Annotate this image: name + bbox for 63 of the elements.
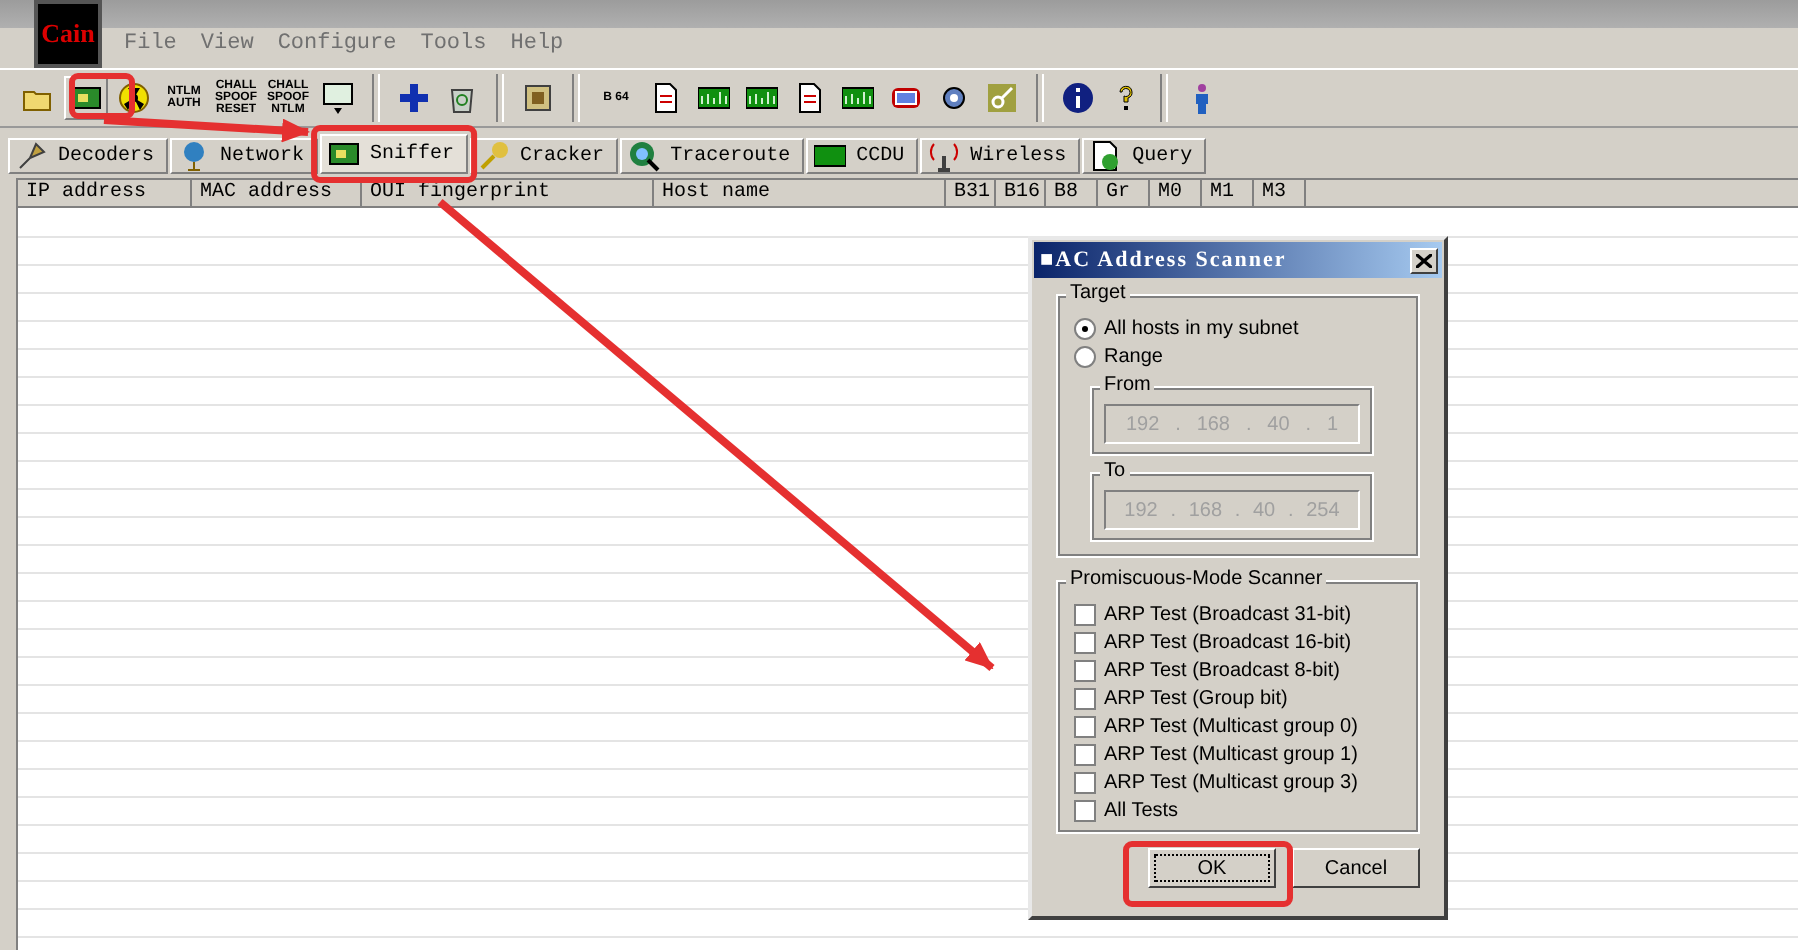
cancel-button[interactable]: Cancel	[1292, 848, 1420, 888]
column-header[interactable]: M1	[1202, 180, 1254, 208]
column-header[interactable]: Host name	[654, 180, 946, 208]
checkbox-option[interactable]: ARP Test (Multicast group 0)	[1074, 712, 1402, 740]
column-header[interactable]: IP address	[18, 180, 192, 208]
ok-button[interactable]: OK	[1148, 848, 1276, 888]
column-header[interactable]: M0	[1150, 180, 1202, 208]
group-label: Target	[1066, 282, 1130, 304]
document-icon	[794, 82, 826, 114]
network-card-icon	[328, 138, 361, 170]
plus-icon	[398, 82, 430, 114]
column-header[interactable]: B16	[996, 180, 1046, 208]
column-header[interactable]: Gr	[1098, 180, 1150, 208]
column-header[interactable]: OUI fingerprint	[362, 180, 654, 208]
close-icon	[1416, 253, 1432, 267]
display-icon	[890, 82, 922, 114]
checkbox[interactable]	[1074, 687, 1096, 709]
close-button[interactable]	[1410, 247, 1438, 273]
window-title: ■AC Address Scanner	[1040, 248, 1287, 272]
group-label: Promiscuous-Mode Scanner	[1066, 568, 1327, 590]
monitor-icon	[322, 82, 354, 114]
tab[interactable]: Query	[1082, 138, 1207, 174]
checkbox[interactable]	[1074, 799, 1096, 821]
checkbox[interactable]	[1074, 659, 1096, 681]
checkbox-option[interactable]: ARP Test (Multicast group 1)	[1074, 740, 1402, 768]
tab[interactable]: Decoders	[8, 138, 169, 174]
column-header[interactable]: B8	[1046, 180, 1098, 208]
magnifier-icon	[628, 140, 661, 172]
document-icon	[650, 82, 682, 114]
checkbox[interactable]	[1074, 603, 1096, 625]
column-header[interactable]: M3	[1254, 180, 1306, 208]
checkbox-option[interactable]: ARP Test (Group bit)	[1074, 684, 1402, 712]
tab[interactable]: CCDU	[806, 138, 919, 174]
checkbox[interactable]	[1074, 715, 1096, 737]
checkbox[interactable]	[1074, 771, 1096, 793]
antenna-icon	[928, 140, 961, 172]
toolbar-button[interactable]	[64, 76, 108, 120]
tab[interactable]: Wireless	[920, 138, 1081, 174]
checkbox[interactable]	[1074, 743, 1096, 765]
info-icon	[1062, 82, 1094, 114]
tab[interactable]: Sniffer	[320, 134, 469, 174]
tab[interactable]: Traceroute	[620, 138, 805, 174]
checkbox-option[interactable]: ARP Test (Multicast group 3)	[1074, 768, 1402, 796]
group-label: To	[1100, 460, 1130, 482]
radio-button[interactable]	[1074, 317, 1096, 339]
radio-option[interactable]: Range	[1074, 342, 1402, 370]
checkbox-option[interactable]: ARP Test (Broadcast 16-bit)	[1074, 628, 1402, 656]
group-label: From	[1100, 374, 1155, 396]
tab[interactable]: Cracker	[470, 138, 619, 174]
checkbox[interactable]	[1074, 631, 1096, 653]
radio-option[interactable]: All hosts in my subnet	[1074, 314, 1402, 342]
checkbox-option[interactable]: ARP Test (Broadcast 31-bit)	[1074, 600, 1402, 628]
radiation-icon	[118, 82, 150, 114]
checkbox-option[interactable]: All Tests	[1074, 796, 1402, 824]
app-logo: Cain	[34, 0, 102, 68]
highlight-frame	[69, 73, 135, 119]
chip-icon	[522, 82, 554, 114]
radio-button[interactable]	[1074, 345, 1096, 367]
document-icon	[1090, 140, 1123, 172]
tab[interactable]: Network	[170, 138, 319, 174]
column-header[interactable]: MAC address	[192, 180, 362, 208]
column-header[interactable]: B31	[946, 180, 996, 208]
checkbox-option[interactable]: ARP Test (Broadcast 8-bit)	[1074, 656, 1402, 684]
